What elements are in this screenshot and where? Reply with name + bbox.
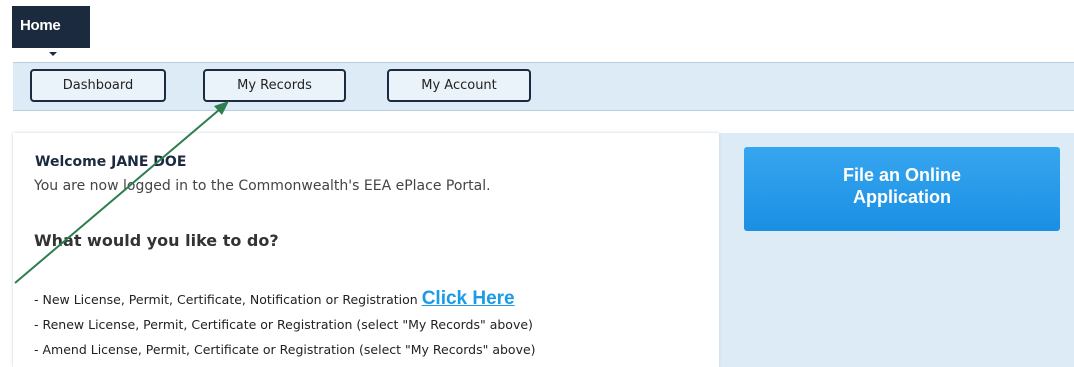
- welcome-panel: Welcome JANE DOE You are now logged in t…: [13, 133, 719, 367]
- option-renew-license: - Renew License, Permit, Certificate or …: [34, 317, 533, 332]
- question-heading: What would you like to do?: [34, 231, 279, 250]
- option-new-license: - New License, Permit, Certificate, Noti…: [34, 288, 515, 310]
- option-amend-license: - Amend License, Permit, Certificate or …: [34, 342, 536, 357]
- file-button-line2: Application: [853, 187, 951, 207]
- click-here-link[interactable]: Click Here: [422, 288, 515, 309]
- home-tab[interactable]: Home: [12, 6, 90, 48]
- file-button-line1: File an Online: [842, 165, 962, 185]
- file-online-application-button[interactable]: File an Online Application: [744, 147, 1060, 231]
- my-records-button[interactable]: My Records: [203, 69, 346, 102]
- content-area: Welcome JANE DOE You are now logged in t…: [13, 133, 1074, 367]
- welcome-title: Welcome JANE DOE: [35, 154, 187, 170]
- caret-down-icon: [49, 52, 57, 56]
- my-records-button-label: My Records: [237, 78, 312, 93]
- welcome-message: You are now logged in to the Commonwealt…: [34, 178, 491, 194]
- dashboard-button-label: Dashboard: [62, 78, 134, 93]
- my-account-button[interactable]: My Account: [387, 69, 531, 102]
- my-account-button-label: My Account: [421, 78, 497, 93]
- dashboard-button[interactable]: Dashboard: [30, 69, 166, 102]
- option-new-license-text: - New License, Permit, Certificate, Noti…: [34, 292, 422, 307]
- sub-navigation-bar: Dashboard My Records My Account: [13, 62, 1074, 111]
- home-tab-label: Home: [20, 17, 61, 34]
